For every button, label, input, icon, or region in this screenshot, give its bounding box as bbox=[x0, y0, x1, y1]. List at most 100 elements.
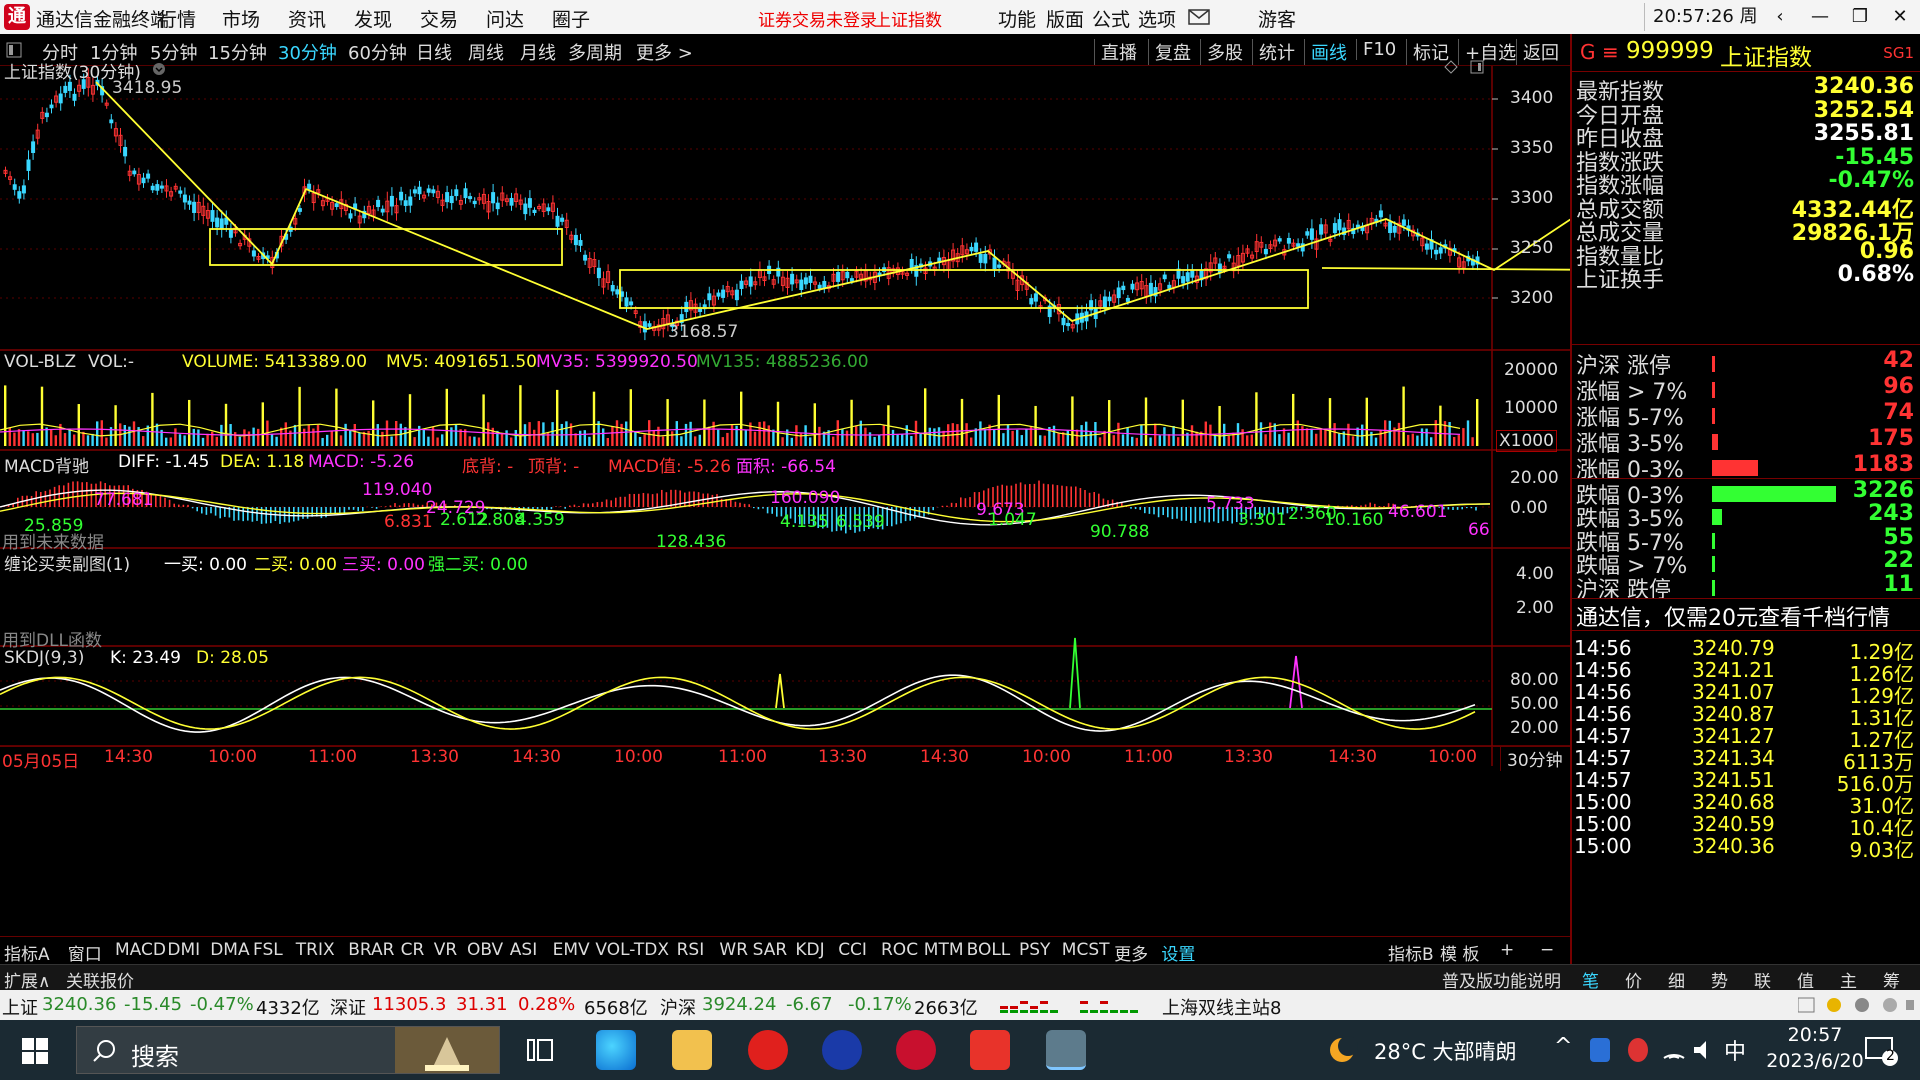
btn-duogu[interactable]: 多股 bbox=[1200, 39, 1243, 65]
close-button[interactable]: ✕ bbox=[1886, 3, 1914, 31]
indicator-tab[interactable]: 指标A bbox=[4, 940, 50, 965]
back-icon[interactable]: ‹ bbox=[1766, 3, 1794, 31]
taskbar-time[interactable]: 20:57 bbox=[1760, 1024, 1870, 1046]
indicator-tab[interactable]: SAR bbox=[753, 940, 788, 960]
user-name[interactable]: 游客 bbox=[1258, 5, 1296, 32]
indicator-tab[interactable]: OBV bbox=[467, 940, 503, 960]
indicator-tab[interactable]: RSI bbox=[677, 940, 705, 960]
indicator-tab[interactable]: KDJ bbox=[795, 940, 824, 960]
menu-faxian[interactable]: 发现 bbox=[354, 5, 392, 32]
period-weekly[interactable]: 周线 bbox=[468, 39, 504, 65]
btn-tongji[interactable]: 统计 bbox=[1252, 39, 1295, 65]
promo-text[interactable]: 通达信，仅需20元查看千档行情 bbox=[1576, 600, 1890, 632]
ext-tab[interactable]: 联 bbox=[1754, 967, 1771, 992]
index-link[interactable]: 上证指数 bbox=[874, 6, 942, 31]
window-layout-icon[interactable] bbox=[1470, 60, 1484, 74]
menu-zixun[interactable]: 资讯 bbox=[288, 5, 326, 32]
skdj-panel-name[interactable]: SKDJ(9,3) bbox=[4, 648, 84, 668]
indicator-tab[interactable]: MTM bbox=[924, 940, 964, 960]
period-15min[interactable]: 15分钟 bbox=[208, 39, 267, 65]
related-quote-button[interactable]: 关联报价 bbox=[66, 967, 134, 992]
tray-app-icon[interactable] bbox=[1628, 1038, 1648, 1062]
taskbar-date[interactable]: 2023/6/20 bbox=[1760, 1050, 1870, 1072]
status-icons[interactable] bbox=[1798, 996, 1916, 1014]
indicator-tab[interactable]: BOLL bbox=[967, 940, 1011, 960]
menu-quanzi[interactable]: 圈子 bbox=[552, 5, 590, 32]
ime-indicator[interactable]: 中 bbox=[1724, 1034, 1746, 1066]
indicator-tab[interactable]: 更多 bbox=[1114, 940, 1148, 965]
ext-tab[interactable]: 笔 bbox=[1582, 967, 1599, 992]
func-help-link[interactable]: 普及版功能说明 bbox=[1442, 967, 1561, 992]
menu-banmian[interactable]: 版面 bbox=[1046, 5, 1084, 32]
chevron-up-icon[interactable]: ^ bbox=[1554, 1034, 1572, 1059]
menu-gongneng[interactable]: 功能 bbox=[998, 5, 1036, 32]
active-window-icon[interactable] bbox=[1046, 1030, 1086, 1070]
maximize-button[interactable]: ❐ bbox=[1846, 3, 1874, 31]
menu-hangqing[interactable]: 行情 bbox=[158, 5, 196, 32]
period-monthly[interactable]: 月线 bbox=[520, 39, 556, 65]
breadth-row[interactable]: 涨幅 0-3% 1183 bbox=[1572, 452, 1920, 483]
menu-shichang[interactable]: 市场 bbox=[222, 5, 260, 32]
windows-start-icon[interactable] bbox=[22, 1038, 48, 1064]
menu-gongshi[interactable]: 公式 bbox=[1092, 5, 1130, 32]
ext-tab[interactable]: 细 bbox=[1668, 967, 1685, 992]
volume-icon[interactable] bbox=[1692, 1038, 1716, 1062]
ext-tab[interactable]: 筹 bbox=[1883, 967, 1900, 992]
app-icon-red[interactable] bbox=[748, 1030, 788, 1070]
btn-huaxian[interactable]: 画线 bbox=[1304, 39, 1347, 65]
ext-tab[interactable]: 值 bbox=[1797, 967, 1814, 992]
taskbar-search[interactable]: 搜索 bbox=[76, 1026, 500, 1074]
weather-icon[interactable] bbox=[1326, 1034, 1358, 1066]
tdx-app-icon[interactable] bbox=[970, 1030, 1010, 1070]
period-60min[interactable]: 60分钟 bbox=[348, 39, 407, 65]
chevron-down-icon[interactable] bbox=[152, 62, 166, 76]
indicator-tab[interactable]: PSY bbox=[1019, 940, 1050, 960]
indicator-tab[interactable]: CCI bbox=[838, 940, 867, 960]
indicator-right-tab[interactable]: − bbox=[1540, 940, 1554, 960]
ext-tab[interactable]: 势 bbox=[1711, 967, 1728, 992]
network-icon[interactable] bbox=[1662, 1038, 1686, 1062]
menu-wenda[interactable]: 问达 bbox=[486, 5, 524, 32]
ext-tab[interactable]: 主 bbox=[1840, 967, 1857, 992]
indicator-tab[interactable]: DMA bbox=[210, 940, 249, 960]
panel-toggle-icon[interactable] bbox=[6, 42, 22, 58]
indicator-tab[interactable]: WR bbox=[719, 940, 748, 960]
btn-zhibo[interactable]: 直播 bbox=[1094, 39, 1137, 65]
diamond-icon[interactable] bbox=[1444, 60, 1458, 74]
btn-zixuan[interactable]: +自选 bbox=[1458, 39, 1516, 65]
breadth-row[interactable]: 沪深 跌停 11 bbox=[1572, 572, 1920, 603]
menu-jiaoyi[interactable]: 交易 bbox=[420, 5, 458, 32]
breadth-row[interactable]: 涨幅 > 7% 96 bbox=[1572, 374, 1920, 405]
ext-tab[interactable]: 价 bbox=[1625, 967, 1642, 992]
period-label[interactable]: 30分钟 bbox=[1500, 746, 1563, 771]
menu-xuanxiang[interactable]: 选项 bbox=[1138, 5, 1176, 32]
indicator-tab[interactable]: FSL bbox=[253, 940, 283, 960]
indicator-right-tab[interactable]: + bbox=[1500, 940, 1514, 960]
period-30min[interactable]: 30分钟 bbox=[278, 39, 337, 65]
trade-login-warning[interactable]: 证券交易未登录 bbox=[758, 6, 877, 31]
period-multi[interactable]: 多周期 bbox=[568, 39, 622, 65]
btn-biaoji[interactable]: 标记 bbox=[1406, 39, 1449, 65]
indicator-right-tab[interactable]: 指标B bbox=[1388, 940, 1434, 965]
edge-browser-icon[interactable] bbox=[596, 1030, 636, 1070]
expand-button[interactable]: 扩展∧ bbox=[4, 967, 50, 992]
indicator-tab[interactable]: TRIX bbox=[296, 940, 335, 960]
btn-f10[interactable]: F10 bbox=[1356, 39, 1396, 60]
bluetooth-icon[interactable] bbox=[1590, 1038, 1610, 1062]
task-view-icon[interactable] bbox=[526, 1036, 554, 1064]
indicator-tab[interactable]: VR bbox=[434, 940, 457, 960]
period-daily[interactable]: 日线 bbox=[416, 39, 452, 65]
weather-text[interactable]: 28°C 大部晴朗 bbox=[1374, 1036, 1517, 1066]
indicator-tab[interactable]: MACD bbox=[115, 940, 166, 960]
indicator-right-tab[interactable]: 模 板 bbox=[1440, 940, 1479, 965]
mail-icon[interactable] bbox=[1188, 9, 1210, 25]
file-explorer-icon[interactable] bbox=[672, 1030, 712, 1070]
breadth-row[interactable]: 涨幅 3-5% 175 bbox=[1572, 426, 1920, 457]
indicator-tab[interactable]: EMV bbox=[553, 940, 590, 960]
indicator-tab[interactable]: DMI bbox=[167, 940, 200, 960]
menu-icon[interactable]: ≡ bbox=[1602, 40, 1619, 64]
macd-panel-name[interactable]: MACD背驰 bbox=[4, 452, 89, 477]
indicator-tab[interactable]: MCST bbox=[1062, 940, 1110, 960]
indicator-tab[interactable]: BRAR bbox=[348, 940, 394, 960]
app-icon-citic[interactable] bbox=[896, 1030, 936, 1070]
